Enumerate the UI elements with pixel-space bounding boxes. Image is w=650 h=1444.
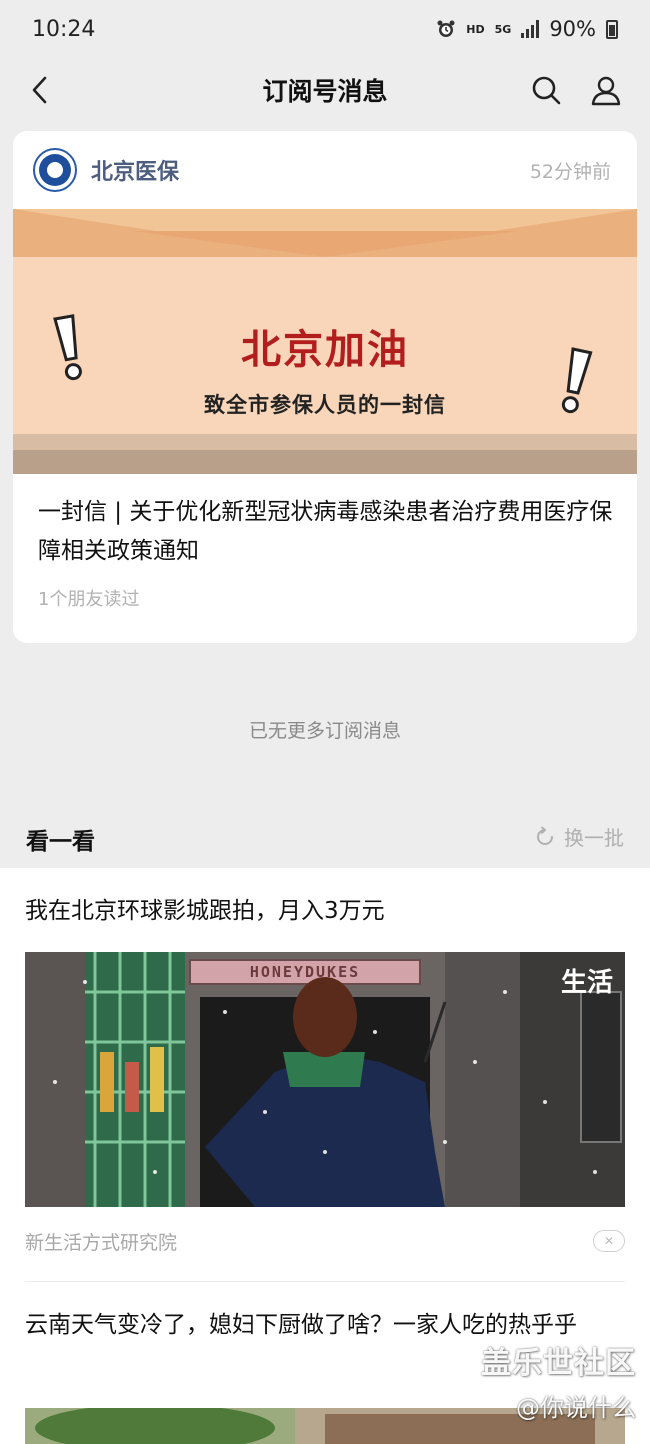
street-scene-graphic [25,952,625,1207]
discover-section-header: 看一看 换一批 [0,810,650,868]
back-button[interactable] [18,68,62,112]
article-banner[interactable]: 北京加油 致全市参保人员的一封信 [13,209,637,474]
photo-overlay-tag: 生活 [560,968,613,998]
account-name[interactable]: 北京医保 [91,154,179,186]
emblem-icon [39,154,71,186]
profile-button[interactable] [584,68,628,112]
page-title: 订阅号消息 [262,77,388,106]
signal-icon [521,20,540,38]
feed-item-title[interactable]: 我在北京环球影城跟拍，月入3万元 [25,892,625,930]
back-arrow-icon [32,76,47,104]
search-icon [532,76,561,105]
card-header: 北京医保 52分钟前 [13,131,637,209]
status-bar: 10:24 HD 5G 90% [0,0,650,58]
post-time: 52分钟前 [529,160,611,183]
shop-sign: HONEYDUKES [249,963,361,981]
battery-percent: 90% [549,17,596,41]
refresh-label: 换一批 [564,826,624,850]
search-button[interactable] [524,68,568,112]
refresh-button[interactable]: 换一批 [534,822,624,851]
close-icon: ✕ [603,1234,615,1248]
feed-item-source[interactable]: 新生活方式研究院 [25,1228,177,1255]
status-time: 10:24 [32,16,96,42]
feed-divider [25,1281,625,1282]
banner-title: 北京加油 [241,327,409,373]
article-title[interactable]: 一封信 | 关于优化新型冠状病毒感染患者治疗费用医疗保障相关政策通知 [38,493,618,571]
network-indicator: 5G [494,22,512,36]
watermark-handle: @你说什么 [516,1394,636,1422]
hd-indicator: HD [466,22,485,36]
banner-subtitle: 致全市参保人员的一封信 [204,393,446,417]
battery-icon [606,19,618,39]
no-more-messages: 已无更多订阅消息 [248,720,401,742]
status-icons: HD 5G 90% [436,17,618,41]
friends-read-info: 1个朋友读过 [38,589,140,610]
refresh-icon [537,826,553,845]
account-avatar[interactable] [33,148,77,192]
person-icon [591,76,621,106]
nav-bar: 订阅号消息 [0,58,650,122]
section-title: 看一看 [26,829,95,855]
watermark-title: 盖乐世社区 [481,1346,636,1381]
subscription-card[interactable]: 北京医保 52分钟前 北京加油 致全市参保人员的一封信 一封信 | 关于优化新型… [13,131,637,643]
alarm-icon [437,20,455,37]
feed-item-photo[interactable]: HONEYDUKES 生活 [25,952,625,1207]
dismiss-button[interactable]: ✕ [593,1230,625,1252]
